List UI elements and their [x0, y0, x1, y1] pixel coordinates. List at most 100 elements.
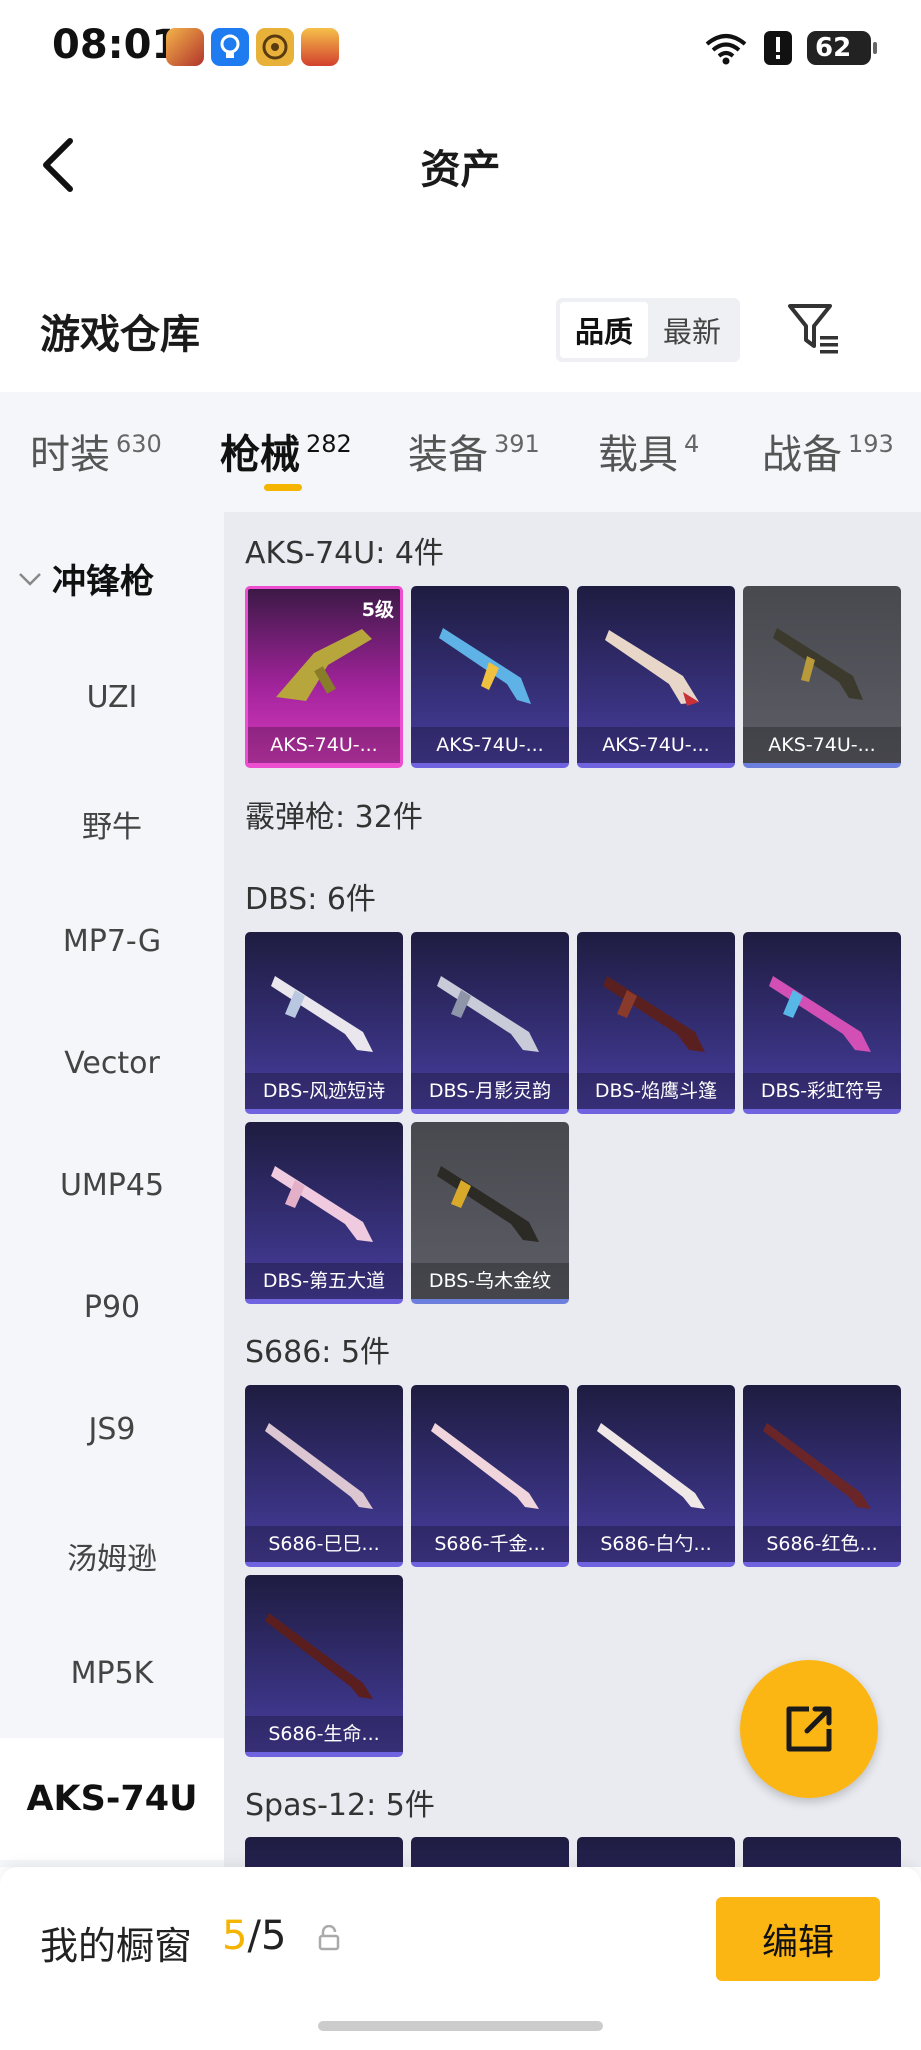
weapon-card[interactable]: AKS-74U-...: [411, 586, 569, 768]
double-barrel-icon: [763, 1423, 871, 1509]
weapon-card-name: DBS-月影灵韵: [411, 1073, 569, 1109]
tab-label: 时装: [30, 432, 110, 478]
alert-icon: [764, 31, 792, 65]
shotgun-icon: [437, 1166, 539, 1242]
weapon-card-name: S686-巳巳...: [245, 1526, 403, 1562]
section-title-s686: S686: 5件: [245, 1335, 391, 1370]
sidebar-item-p90[interactable]: P90: [0, 1290, 224, 1325]
weapon-card-name: S686-红色...: [743, 1526, 901, 1562]
weapon-card[interactable]: DBS-彩虹符号: [743, 932, 901, 1114]
wifi-6-icon: [705, 34, 747, 65]
smg-icon: [773, 628, 863, 700]
weapon-card[interactable]: [245, 1837, 403, 1867]
weapon-card[interactable]: [743, 1837, 901, 1867]
weapon-card-name: S686-千金...: [411, 1526, 569, 1562]
weapon-card[interactable]: DBS-风迹短诗: [245, 932, 403, 1114]
tab-equipment[interactable]: 装备 391: [408, 422, 540, 480]
double-barrel-icon: [597, 1423, 705, 1509]
weapon-card[interactable]: [577, 1837, 735, 1867]
sidebar-category-label: 冲锋枪: [52, 562, 154, 602]
tab-firearms[interactable]: 枪械 282: [220, 422, 352, 480]
tab-count: 282: [306, 430, 352, 458]
battery-level: 62: [815, 33, 852, 63]
share-external-icon: [786, 1706, 832, 1752]
sidebar-item-uzi[interactable]: UZI: [0, 680, 224, 715]
lock-icon: [318, 1925, 340, 1951]
showcase-label: 我的橱窗: [40, 1924, 193, 1968]
weapon-card[interactable]: S686-千金...: [411, 1385, 569, 1567]
shotgun-icon: [271, 976, 373, 1052]
chevron-down-icon: [19, 572, 41, 586]
filter-icon[interactable]: [786, 300, 842, 356]
tab-supplies[interactable]: 战备 193: [762, 422, 894, 480]
weapon-card[interactable]: DBS-月影灵韵: [411, 932, 569, 1114]
share-button[interactable]: [740, 1660, 878, 1798]
weapon-card-name: DBS-乌木金纹: [411, 1263, 569, 1299]
shotgun-icon: [437, 976, 539, 1052]
smg-icon: [276, 629, 372, 701]
lightbulb-app-icon: [211, 28, 249, 66]
sort-quality-button[interactable]: 品质: [560, 302, 648, 358]
weapon-card[interactable]: AKS-74U-...: [577, 586, 735, 768]
sidebar-item-js9[interactable]: JS9: [0, 1412, 224, 1447]
sidebar-item-bison[interactable]: 野牛: [0, 802, 224, 846]
shotgun-icon: [603, 976, 705, 1052]
weapon-card-name: DBS-第五大道: [245, 1263, 403, 1299]
weapon-card-name: DBS-焰鹰斗篷: [577, 1073, 735, 1109]
active-tab-indicator: [264, 484, 302, 491]
sidebar-item-vector[interactable]: Vector: [0, 1046, 224, 1081]
weapon-card[interactable]: S686-白勺...: [577, 1385, 735, 1567]
weapon-card[interactable]: S686-生命...: [245, 1575, 403, 1757]
shotgun-icon: [769, 976, 871, 1052]
tab-costume[interactable]: 时装 630: [30, 422, 162, 480]
weapon-card-name: AKS-74U-...: [577, 727, 735, 763]
sidebar-category[interactable]: 冲锋枪: [18, 554, 154, 603]
tab-label: 枪械: [220, 432, 300, 478]
weapon-card[interactable]: [411, 1837, 569, 1867]
game-app-icon: [301, 28, 339, 66]
weapon-card[interactable]: AKS-74U-...: [743, 586, 901, 768]
sort-toggle: 品质 最新: [556, 298, 740, 362]
sidebar-item-ump45[interactable]: UMP45: [0, 1168, 224, 1203]
sidebar-item-mp5k[interactable]: MP5K: [0, 1656, 224, 1691]
hero-avatar-app-icon: [166, 28, 204, 66]
tab-count: 4: [684, 430, 700, 458]
showcase-count: 5/5: [222, 1913, 286, 1959]
status-time: 08:01: [52, 22, 180, 68]
weapon-card-name: S686-白勺...: [577, 1526, 735, 1562]
showcase-count-separator: /: [247, 1913, 261, 1959]
home-indicator: [318, 2021, 603, 2031]
sidebar-item-mp7g[interactable]: MP7-G: [0, 924, 224, 959]
page-title: 资产: [420, 147, 501, 193]
tab-count: 630: [116, 430, 162, 458]
weapon-card[interactable]: S686-红色...: [743, 1385, 901, 1567]
section-title-dbs: DBS: 6件: [245, 882, 376, 917]
sidebar-item-thompson[interactable]: 汤姆逊: [0, 1534, 224, 1578]
weapon-card-name: S686-生命...: [245, 1716, 403, 1752]
edit-button[interactable]: 编辑: [716, 1897, 880, 1981]
section-title-shotgun: 霰弹枪: 32件: [245, 800, 423, 835]
weapon-card[interactable]: 5级 AKS-74U-...: [245, 586, 403, 768]
warehouse-title: 游戏仓库: [40, 312, 200, 358]
double-barrel-icon: [265, 1423, 373, 1509]
tab-vehicles[interactable]: 载具 4: [598, 422, 699, 480]
target-app-icon: [256, 28, 294, 66]
weapon-card[interactable]: S686-巳巳...: [245, 1385, 403, 1567]
weapon-card-name: AKS-74U-...: [248, 727, 400, 763]
tab-count: 193: [848, 430, 894, 458]
weapon-sidebar: 冲锋枪 UZI 野牛 MP7-G Vector UMP45 P90 JS9 汤姆…: [0, 512, 224, 1867]
section-title-spas12: Spas-12: 5件: [245, 1788, 435, 1823]
sidebar-item-aks74u[interactable]: AKS-74U: [0, 1738, 224, 1860]
sort-newest-button[interactable]: 最新: [648, 302, 736, 358]
tab-label: 载具: [598, 432, 678, 478]
double-barrel-icon: [265, 1613, 373, 1699]
battery-icon: 62: [807, 31, 877, 65]
weapon-card[interactable]: DBS-第五大道: [245, 1122, 403, 1304]
shotgun-icon: [271, 1166, 373, 1242]
weapon-card[interactable]: DBS-焰鹰斗篷: [577, 932, 735, 1114]
tab-label: 装备: [408, 432, 488, 478]
tab-count: 391: [494, 430, 540, 458]
weapon-card[interactable]: DBS-乌木金纹: [411, 1122, 569, 1304]
weapon-card-name: AKS-74U-...: [743, 727, 901, 763]
weapon-card-name: DBS-风迹短诗: [245, 1073, 403, 1109]
